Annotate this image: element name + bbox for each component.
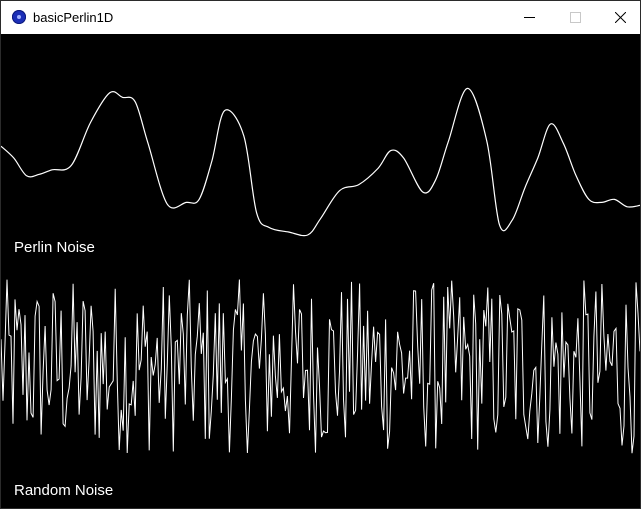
minimize-icon	[524, 17, 535, 18]
close-icon	[615, 12, 626, 23]
app-window: basicPerlin1D Perlin Noise Random Noise	[0, 0, 641, 509]
maximize-button[interactable]	[553, 1, 599, 34]
noise-plot	[1, 87, 640, 454]
title-bar[interactable]: basicPerlin1D	[1, 1, 640, 34]
sketch-canvas[interactable]: Perlin Noise Random Noise	[1, 34, 640, 508]
random-noise-label: Random Noise	[14, 482, 114, 499]
perlin-noise-label: Perlin Noise	[14, 239, 95, 256]
perlin-noise-line	[1, 87, 640, 237]
minimize-button[interactable]	[507, 1, 553, 34]
random-noise-line	[1, 279, 640, 454]
window-title: basicPerlin1D	[33, 10, 114, 25]
processing-app-icon	[12, 10, 26, 24]
maximize-icon	[570, 12, 581, 23]
close-button[interactable]	[598, 1, 641, 34]
